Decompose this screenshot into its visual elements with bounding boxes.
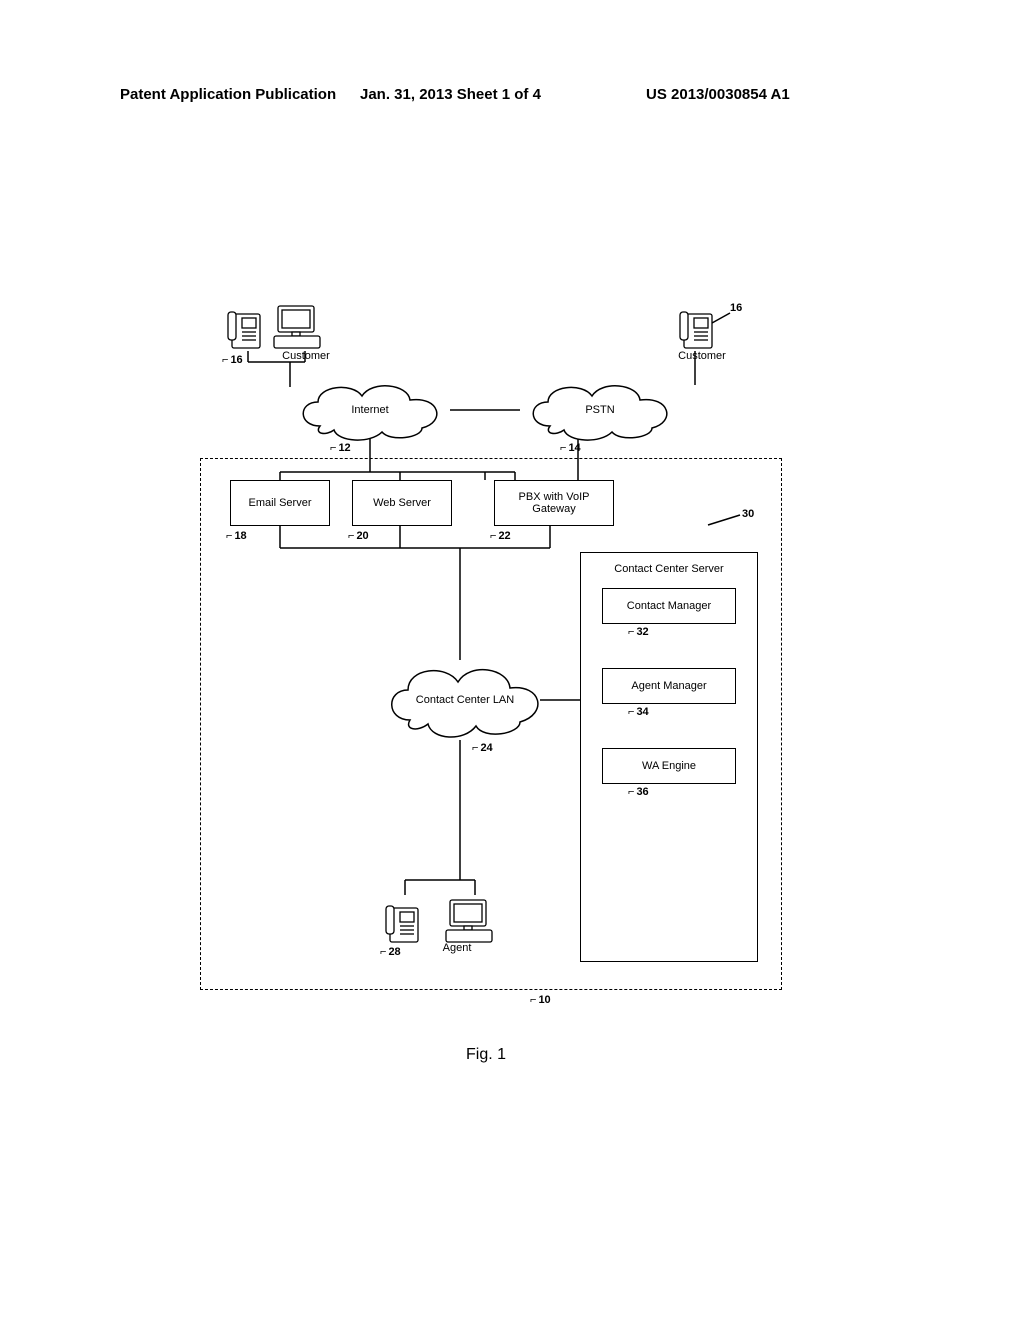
ref-14: ⌐14 — [560, 442, 581, 454]
ref-22-num: 22 — [498, 530, 510, 542]
ref-16-right-num: 16 — [730, 302, 742, 314]
ref-34-num: 34 — [636, 706, 648, 718]
figure-caption: Fig. 1 — [466, 1046, 506, 1064]
ref-16-right: 16 — [730, 302, 742, 314]
contact-manager-box: Contact Manager — [602, 588, 736, 624]
ref-36: ⌐36 — [628, 786, 649, 798]
pbx-box: PBX with VoIP Gateway — [494, 480, 614, 526]
ref-36-num: 36 — [636, 786, 648, 798]
ref-30-num: 30 — [742, 508, 754, 520]
agent-label: Agent — [432, 942, 482, 954]
pstn-cloud: PSTN — [520, 378, 680, 442]
ref-20-num: 20 — [356, 530, 368, 542]
ref-22: ⌐22 — [490, 530, 511, 542]
ref-28-num: 28 — [388, 946, 400, 958]
ref-10: ⌐10 — [530, 994, 551, 1006]
ref-16-left-num: 16 — [230, 354, 242, 366]
ref-24-num: 24 — [480, 742, 492, 754]
email-server-box: Email Server — [230, 480, 330, 526]
ref-12-num: 12 — [338, 442, 350, 454]
lan-cloud: Contact Center LAN — [380, 660, 550, 740]
ref-34: ⌐34 — [628, 706, 649, 718]
internet-cloud: Internet — [290, 378, 450, 442]
ref-16-left: ⌐16 — [222, 354, 243, 366]
ref-18-num: 18 — [234, 530, 246, 542]
ref-12: ⌐12 — [330, 442, 351, 454]
patent-figure-page: Patent Application Publication Jan. 31, … — [0, 0, 1024, 1320]
phone-icon — [676, 300, 720, 354]
ref-10-num: 10 — [538, 994, 550, 1006]
ref-30: 30 — [742, 508, 754, 520]
web-server-box: Web Server — [352, 480, 452, 526]
phone-and-pc-icon — [226, 300, 326, 354]
wa-engine-box: WA Engine — [602, 748, 736, 784]
phone-and-pc-icon — [384, 892, 504, 948]
ref-28: ⌐28 — [380, 946, 401, 958]
ref-32-num: 32 — [636, 626, 648, 638]
customer-left-label: Customer — [276, 350, 336, 362]
ref-24: ⌐24 — [472, 742, 493, 754]
cc-server-title: Contact Center Server — [585, 563, 753, 575]
ref-18: ⌐18 — [226, 530, 247, 542]
ref-32: ⌐32 — [628, 626, 649, 638]
header-center: Jan. 31, 2013 Sheet 1 of 4 — [360, 86, 541, 103]
agent-manager-box: Agent Manager — [602, 668, 736, 704]
customer-right-label: Customer — [672, 350, 732, 362]
ref-14-num: 14 — [568, 442, 580, 454]
ref-20: ⌐20 — [348, 530, 369, 542]
header-right: US 2013/0030854 A1 — [646, 86, 790, 103]
header-left: Patent Application Publication — [120, 86, 336, 103]
